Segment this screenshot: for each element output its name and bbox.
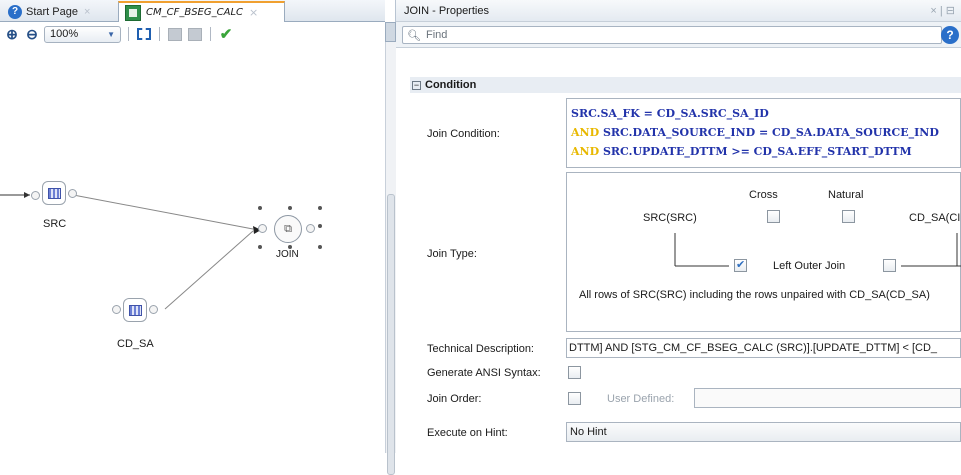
panel-title-bar: JOIN - Properties × | ⊟ bbox=[396, 0, 961, 22]
editor-tab-bar: ? Start Page × CM_CF_BSEG_CALC × bbox=[0, 0, 385, 22]
minimize-button[interactable] bbox=[385, 22, 396, 42]
input-port[interactable] bbox=[112, 305, 121, 314]
collapse-icon[interactable]: − bbox=[412, 80, 421, 90]
tab-mapping[interactable]: CM_CF_BSEG_CALC × bbox=[118, 1, 285, 22]
arrow-head bbox=[24, 192, 30, 198]
selection-handle[interactable] bbox=[258, 245, 262, 249]
diagram-toolbar: ⊕ ⊖ 100% ▼ ✔ bbox=[0, 23, 385, 45]
validate-button[interactable]: ✔ bbox=[218, 26, 234, 43]
toolbar-divider bbox=[128, 27, 129, 41]
zoom-out-icon[interactable]: ⊖ bbox=[24, 26, 40, 42]
search-icon: 🔍︎ bbox=[407, 29, 421, 42]
execute-hint-label: Execute on Hint: bbox=[427, 427, 508, 439]
fit-icon bbox=[137, 28, 151, 40]
grid-icon bbox=[168, 27, 182, 41]
disabled-button-1[interactable] bbox=[167, 26, 183, 42]
join-type-label: Join Type: bbox=[427, 248, 477, 260]
disabled-button-2[interactable] bbox=[187, 26, 203, 42]
right-outer-join-checkbox[interactable] bbox=[883, 259, 896, 272]
left-outer-join-checkbox[interactable] bbox=[734, 258, 747, 272]
fit-to-window-button[interactable] bbox=[136, 26, 152, 42]
condition-section-header[interactable]: − Condition bbox=[410, 77, 961, 93]
tab-label: CM_CF_BSEG_CALC bbox=[146, 7, 243, 18]
check-icon: ✔ bbox=[219, 26, 233, 43]
tab-label: Start Page bbox=[26, 5, 78, 18]
find-bar: 🔍︎ Find ? bbox=[396, 22, 961, 48]
output-port[interactable] bbox=[149, 305, 158, 314]
datastore-icon bbox=[47, 187, 61, 199]
join-order-checkbox[interactable] bbox=[568, 392, 581, 405]
selection-handle[interactable] bbox=[288, 206, 292, 210]
section-title: Condition bbox=[425, 79, 477, 91]
join-type-description: All rows of SRC(SRC) including the rows … bbox=[579, 289, 930, 301]
toolbar-divider bbox=[159, 27, 160, 41]
close-icon[interactable]: × bbox=[84, 6, 90, 18]
execute-hint-select[interactable]: No Hint bbox=[566, 422, 961, 442]
mapping-editor: ? Start Page × CM_CF_BSEG_CALC × ⊕ ⊖ 100… bbox=[0, 0, 396, 475]
join-condition-label: Join Condition: bbox=[427, 128, 500, 140]
natural-checkbox[interactable] bbox=[842, 210, 855, 223]
vertical-scrollbar[interactable]: ▲ bbox=[385, 22, 396, 475]
left-table-label: SRC(SRC) bbox=[643, 212, 697, 224]
ansi-syntax-label: Generate ANSI Syntax: bbox=[427, 367, 541, 379]
find-placeholder: Find bbox=[425, 29, 448, 41]
cross-checkbox[interactable] bbox=[767, 210, 780, 223]
tab-start-page[interactable]: ? Start Page × bbox=[2, 1, 116, 22]
datastore-icon bbox=[128, 304, 142, 316]
output-port[interactable] bbox=[306, 224, 315, 233]
user-defined-label: User Defined: bbox=[607, 393, 675, 405]
node-label-cdsa: CD_SA bbox=[117, 338, 154, 350]
scrollbar-thumb[interactable] bbox=[387, 194, 395, 475]
selection-handle[interactable] bbox=[318, 206, 322, 210]
technical-description-field[interactable]: DTTM] AND [STG_CM_CF_BSEG_CALC (SRC)].[U… bbox=[566, 338, 961, 358]
join-condition-editor[interactable]: SRC.SA_FK = CD_SA.SRC_SA_ID AND SRC.DATA… bbox=[566, 98, 961, 168]
cross-label: Cross bbox=[749, 189, 778, 201]
cdsa-join-connector bbox=[164, 230, 254, 310]
layout-icon bbox=[188, 27, 202, 41]
src-node[interactable] bbox=[42, 181, 66, 205]
zoom-value: 100% bbox=[50, 28, 79, 40]
panel-controls[interactable]: × | ⊟ bbox=[930, 4, 955, 17]
join-type-panel: Cross Natural SRC(SRC) CD_SA(CI Left Out… bbox=[566, 172, 961, 332]
src-join-connector bbox=[67, 193, 254, 230]
right-table-label: CD_SA(CI bbox=[909, 212, 961, 224]
left-outer-join-label: Left Outer Join bbox=[773, 260, 846, 272]
toolbar-divider bbox=[210, 27, 211, 41]
help-icon: ? bbox=[8, 4, 22, 19]
panel-title: JOIN - Properties bbox=[404, 4, 489, 17]
input-port[interactable] bbox=[258, 224, 267, 233]
ansi-syntax-checkbox[interactable] bbox=[568, 366, 581, 379]
join-node[interactable]: ⧉ bbox=[274, 215, 302, 243]
condition-line-2: AND SRC.DATA_SOURCE_IND = CD_SA.DATA_SOU… bbox=[571, 126, 939, 139]
diagram-canvas[interactable]: SRC CD_SA ⧉ JOIN bbox=[0, 46, 385, 453]
natural-label: Natural bbox=[828, 189, 864, 201]
mapping-icon bbox=[125, 4, 141, 21]
input-port[interactable] bbox=[31, 191, 40, 200]
cdsa-node[interactable] bbox=[123, 298, 147, 322]
chevron-down-icon: ▼ bbox=[107, 29, 115, 39]
selection-handle[interactable] bbox=[318, 245, 322, 249]
node-label-src: SRC bbox=[43, 218, 67, 230]
join-order-label: Join Order: bbox=[427, 393, 482, 405]
zoom-select[interactable]: 100% ▼ bbox=[44, 25, 121, 43]
zoom-in-icon[interactable]: ⊕ bbox=[4, 26, 20, 42]
find-input[interactable]: 🔍︎ Find bbox=[402, 26, 942, 44]
technical-description-label: Technical Description: bbox=[427, 343, 534, 355]
close-icon[interactable]: × bbox=[249, 6, 258, 19]
execute-hint-value: No Hint bbox=[570, 426, 607, 438]
output-port[interactable] bbox=[68, 189, 77, 198]
node-label-join: JOIN bbox=[276, 249, 299, 260]
condition-line-1: SRC.SA_FK = CD_SA.SRC_SA_ID bbox=[571, 107, 769, 120]
help-icon[interactable]: ? bbox=[941, 26, 959, 44]
join-icon: ⧉ bbox=[284, 222, 292, 235]
user-defined-field[interactable] bbox=[694, 388, 961, 408]
selection-handle[interactable] bbox=[318, 224, 322, 228]
connector-lines bbox=[0, 192, 261, 310]
selection-handle[interactable] bbox=[258, 206, 262, 210]
condition-line-3: AND SRC.UPDATE_DTTM >= CD_SA.EFF_START_D… bbox=[571, 145, 912, 158]
